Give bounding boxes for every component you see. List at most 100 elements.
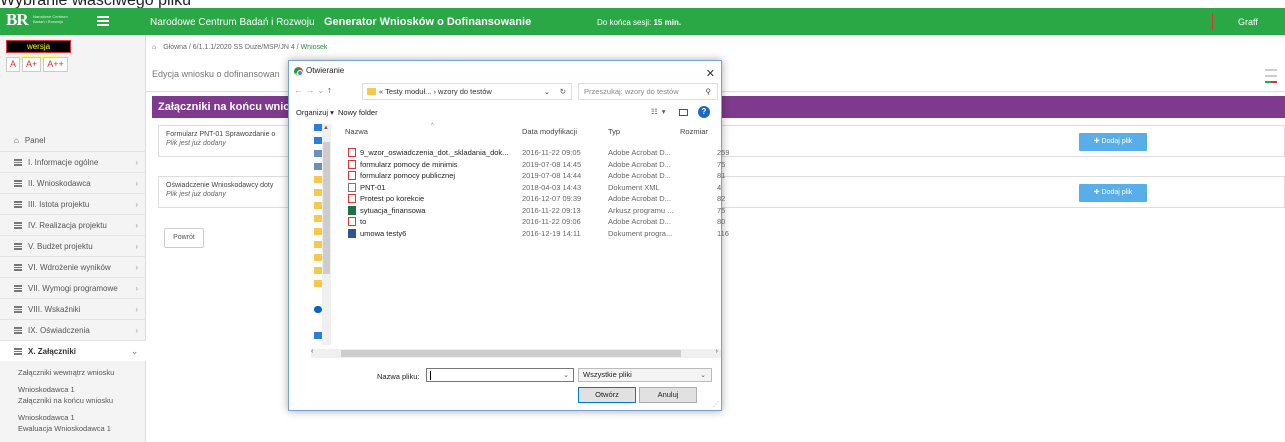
sidebar-item-realizacja[interactable]: IV. Realizacja projektu › bbox=[0, 214, 146, 235]
scroll-right-icon[interactable]: › bbox=[716, 348, 718, 355]
folder-icon[interactable] bbox=[314, 280, 322, 287]
breadcrumb-path[interactable]: 6/1.1.1/2020 SS Duże/MSP/JN 4 bbox=[193, 44, 295, 51]
word-icon bbox=[348, 228, 356, 238]
list-icon bbox=[14, 158, 22, 166]
column-name[interactable]: Nazwa bbox=[345, 127, 368, 136]
nav-pane-scrollbar[interactable]: ▲ bbox=[322, 124, 331, 345]
top-bar: BR Narodowe Centrum Badań i Rozwoju Naro… bbox=[0, 8, 1285, 35]
list-icon bbox=[14, 242, 22, 250]
font-larger-button[interactable]: A+ bbox=[22, 57, 42, 72]
user-name[interactable]: Graff bbox=[1238, 17, 1258, 27]
ncbr-logo[interactable]: BR Narodowe Centrum Badań i Rozwoju bbox=[6, 10, 68, 29]
attachment-title: Formularz PNT-01 Sprawozdanie o bbox=[166, 131, 276, 138]
folder-icon[interactable] bbox=[314, 241, 322, 248]
font-normal-button[interactable]: A bbox=[6, 57, 21, 72]
sidebar-subitem[interactable]: Wnioskodawca 1 bbox=[0, 412, 146, 423]
folder-icon[interactable] bbox=[314, 267, 322, 274]
column-size[interactable]: Rozmiar bbox=[680, 127, 708, 136]
up-arrow-icon[interactable]: ↑ bbox=[327, 85, 332, 95]
sidebar-subitem[interactable]: Załączniki na końcu wniosku bbox=[0, 395, 146, 406]
path-field[interactable]: « Testy moduł... › wzory do testów ⌄ ↻ bbox=[362, 83, 572, 100]
this-pc-icon[interactable] bbox=[314, 332, 322, 339]
sidebar-subitem[interactable]: Załączniki wewnątrz wniosku bbox=[0, 367, 146, 378]
sidebar-item-oswiadczenia[interactable]: IX. Oświadczenia › bbox=[0, 319, 146, 340]
help-icon[interactable]: ? bbox=[698, 106, 710, 118]
open-file-dialog: Otwieranie ✕ ← → ⌄ ↑ « Testy moduł... › … bbox=[288, 60, 729, 411]
horizontal-scrollbar[interactable]: ‹ › bbox=[311, 348, 721, 358]
folder-icon[interactable] bbox=[314, 254, 322, 261]
back-button[interactable]: Powrót bbox=[164, 228, 204, 248]
breadcrumb-current[interactable]: Wniosek bbox=[301, 44, 328, 51]
resize-grip-icon[interactable]: ⋰ bbox=[713, 401, 719, 408]
file-row[interactable]: PNT-01 2018-04-03 14:43 Dokument XML 4 bbox=[339, 182, 721, 194]
sidebar-item-wymogi[interactable]: VII. Wymogi programowe › bbox=[0, 277, 146, 298]
contrast-toggle[interactable]: wersja kontrastowa bbox=[6, 40, 71, 62]
download-icon[interactable] bbox=[314, 137, 322, 144]
search-input[interactable]: Przeszukaj: wzory do testów ⚲ bbox=[578, 83, 718, 100]
organize-menu[interactable]: Organizuj ▾ bbox=[296, 108, 334, 117]
back-arrow-icon[interactable]: ← bbox=[294, 85, 303, 95]
sidebar-item-panel[interactable]: ⌂ Panel bbox=[0, 130, 146, 151]
filetype-select[interactable]: Wszystkie pliki ⌄ bbox=[578, 368, 712, 382]
sidebar-item-informacje[interactable]: I. Informacje ogólne › bbox=[0, 151, 146, 172]
list-icon bbox=[14, 347, 22, 355]
scroll-left-icon[interactable]: ‹ bbox=[311, 348, 313, 355]
chevron-right-icon: › bbox=[135, 325, 138, 335]
scrollbar-thumb[interactable] bbox=[341, 350, 681, 357]
preview-pane-icon[interactable] bbox=[679, 109, 688, 116]
logo-subtitle: Narodowe Centrum Badań i Rozwoju bbox=[33, 14, 68, 24]
file-row[interactable]: sytuacja_finansowa 2016-11-22 09:13 Arkusz… bbox=[339, 205, 725, 217]
chevron-right-icon: › bbox=[135, 241, 138, 251]
folder-icon[interactable] bbox=[314, 228, 322, 235]
filename-input[interactable]: ⌄ bbox=[426, 368, 574, 382]
refresh-icon[interactable]: ↻ bbox=[560, 84, 566, 99]
pictures-icon[interactable] bbox=[314, 163, 322, 170]
file-row[interactable]: umowa testy6 2016-12-19 14:11 Dokument pro… bbox=[339, 228, 729, 240]
onedrive-icon[interactable] bbox=[314, 306, 322, 313]
menu-toggle-icon[interactable] bbox=[97, 16, 109, 26]
file-row[interactable]: formularz pomocy publicznej 2019-07-08 14… bbox=[339, 170, 725, 182]
dropdown-icon[interactable]: ⌄ bbox=[317, 85, 325, 95]
sidebar-item-wnioskodawca[interactable]: II. Wnioskodawca › bbox=[0, 172, 146, 193]
desktop-icon[interactable] bbox=[314, 124, 322, 131]
folder-icon[interactable] bbox=[314, 176, 322, 183]
new-folder-button[interactable]: Nowy folder bbox=[338, 108, 378, 117]
sidebar-subitem[interactable]: Wnioskodawca 1 bbox=[0, 384, 146, 395]
column-date[interactable]: Data modyfikacji bbox=[522, 127, 577, 136]
sidebar: wersja kontrastowa A A+ A++ ⌂Panel I. In… bbox=[0, 35, 146, 442]
folder-icon[interactable] bbox=[314, 189, 322, 196]
pdf-icon bbox=[348, 217, 356, 226]
file-row[interactable]: 9_wzor_oswiadczenia_dot._skladania_dok..… bbox=[339, 147, 729, 159]
add-file-button[interactable]: ✚ Dodaj plik bbox=[1079, 133, 1147, 151]
open-button[interactable]: Otwórz bbox=[578, 387, 636, 403]
search-icon: ⚲ bbox=[705, 87, 712, 96]
chevron-down-icon[interactable]: ⌄ bbox=[544, 84, 550, 99]
documents-icon[interactable] bbox=[314, 150, 322, 157]
font-largest-button[interactable]: A++ bbox=[43, 57, 68, 72]
view-options-icon[interactable]: ☷ ▾ bbox=[651, 107, 667, 116]
forward-arrow-icon[interactable]: → bbox=[306, 85, 315, 95]
pdf-icon bbox=[348, 159, 356, 169]
home-icon[interactable]: ⌂ bbox=[152, 44, 156, 51]
sidebar-item-wdrozenie[interactable]: VI. Wdrożenie wyników › bbox=[0, 256, 146, 277]
chevron-down-icon[interactable]: ⌄ bbox=[563, 371, 569, 379]
file-row[interactable]: to 2016-11-22 09:06 Adobe Acrobat D... 80 bbox=[339, 216, 725, 228]
close-icon[interactable]: ✕ bbox=[706, 64, 715, 84]
filename-label: Nazwa pliku: bbox=[377, 372, 420, 381]
dialog-toolbar: Organizuj ▾ Nowy folder ☷ ▾ ? bbox=[289, 104, 721, 122]
add-file-button[interactable]: ✚ Dodaj plik bbox=[1079, 184, 1147, 202]
column-type[interactable]: Typ bbox=[608, 127, 620, 136]
cancel-button[interactable]: Anuluj bbox=[639, 387, 697, 403]
folder-icon[interactable] bbox=[314, 215, 322, 222]
sidebar-item-zalaczniki[interactable]: X. Załączniki ⌄ bbox=[0, 340, 146, 361]
scroll-up-icon[interactable]: ▲ bbox=[323, 125, 329, 131]
sidebar-item-budzet[interactable]: V. Budżet projektu › bbox=[0, 235, 146, 256]
sidebar-subitem[interactable]: Ewaluacja Wnioskodawca 1 bbox=[0, 423, 146, 434]
file-row[interactable]: formularz pomocy de minimis 2019-07-08 14… bbox=[339, 159, 725, 171]
sidebar-item-wskazniki[interactable]: VIII. Wskaźniki › bbox=[0, 298, 146, 319]
sidebar-item-istota[interactable]: III. Istota projektu › bbox=[0, 193, 146, 214]
file-row[interactable]: Protest po korekcie 2016-12-07 09:39 Adobe… bbox=[339, 193, 725, 205]
scrollbar-thumb[interactable] bbox=[323, 142, 330, 274]
breadcrumb-home[interactable]: Główna bbox=[163, 44, 187, 51]
folder-icon[interactable] bbox=[314, 202, 322, 209]
